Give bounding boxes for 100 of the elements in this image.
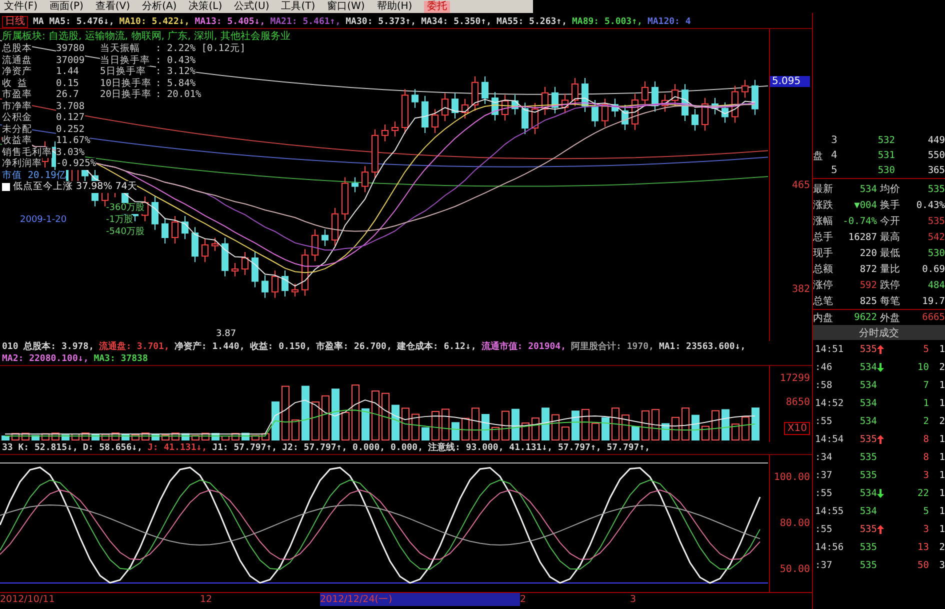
trade-price: 534 xyxy=(858,362,877,372)
trade-time: :37 xyxy=(815,470,834,480)
volume-stat-value: 阿里股合计: 1970, xyxy=(571,341,654,353)
menu-item[interactable]: 文件(F) xyxy=(4,0,38,13)
quote-label: 最低 xyxy=(879,247,901,260)
stock-info-value: -0.925% xyxy=(56,158,96,170)
quote-label: 涨幅 xyxy=(813,214,834,228)
stock-info-label: 20日换手率 xyxy=(100,89,152,100)
quote-label: 内盘 xyxy=(813,312,834,324)
menu-item[interactable]: 工具(T) xyxy=(281,0,316,13)
stock-info-label: 未分配 xyxy=(2,124,32,135)
trade-volume: 5 xyxy=(922,506,929,516)
volume-stat-value: 流通盘: 3.701, xyxy=(99,341,170,353)
order-volume: 365 xyxy=(926,165,945,176)
trade-count: 1 xyxy=(938,524,945,534)
stock-info-value: 3.03% xyxy=(56,146,85,158)
quote-label: 总额 xyxy=(813,262,834,276)
trade-price: 535 xyxy=(858,344,877,354)
menu-item[interactable]: 决策(L) xyxy=(188,0,222,13)
quote-label: 换手 xyxy=(879,198,901,212)
trade-volume: 8 xyxy=(922,452,929,462)
trade-time: 14:52 xyxy=(815,398,845,408)
menu-item[interactable]: 窗口(W) xyxy=(327,0,365,13)
menu-item[interactable]: 帮助(H) xyxy=(376,0,412,13)
stock-info-value: 0.252 xyxy=(56,124,85,135)
order-volume: 550 xyxy=(926,150,945,161)
stock-info-label: 公积金 xyxy=(2,112,32,124)
axis-label: 465 xyxy=(792,180,810,190)
quote-label: 涨跌 xyxy=(813,198,834,212)
stock-info-value: : 2.22% [0.12元] xyxy=(156,43,246,54)
stock-info-label: 5日换手率 xyxy=(100,66,146,78)
scale-label: X10 xyxy=(784,422,810,436)
quote-value: 0.43% xyxy=(915,200,945,210)
stock-info-label: 市净率 xyxy=(2,100,32,112)
order-level: 3 xyxy=(831,135,838,146)
quote-value: 484 xyxy=(926,280,945,290)
quote-value: ▼004 xyxy=(853,200,877,210)
quote-label: 量比 xyxy=(879,262,901,276)
trade-volume: 2 xyxy=(922,416,929,426)
stock-info-value: : 5.84% xyxy=(156,78,196,89)
axis-label: 100.00 xyxy=(774,472,810,484)
stock-info-value: : 20.01% xyxy=(156,89,202,100)
volume-stat-value: 建仓成本: 6.12↓, xyxy=(396,341,476,353)
quote-value: 535 xyxy=(926,184,945,194)
trade-price: 535 xyxy=(858,452,877,462)
rise-note-text: 低点至今上涨 37.98% 74天 xyxy=(13,181,138,193)
trade-price: 535 xyxy=(858,542,877,552)
volume-stat-value: MA1: 23563.600↓, xyxy=(658,341,746,353)
quote-label: 最新 xyxy=(813,182,834,196)
volume-stat-value: 市盈率: 26.700, xyxy=(316,341,392,353)
order-level: 4 xyxy=(831,150,838,161)
stock-info-label: 收益率 xyxy=(2,135,32,146)
trade-count: 1 xyxy=(938,398,945,408)
moving-average-value: MA89: 5.003↑, xyxy=(572,16,642,28)
stock-info-value: 0.127 xyxy=(56,112,85,124)
quote-label: 跌停 xyxy=(879,278,901,292)
trades-tab[interactable]: 分时成交 xyxy=(813,325,945,340)
order-price: 531 xyxy=(876,150,895,161)
trade-count: 2 xyxy=(938,416,945,426)
moving-average-value: MA13: 5.405↓, xyxy=(194,16,266,28)
menu-item[interactable]: 公式(U) xyxy=(234,0,270,13)
trade-volume: 50 xyxy=(916,560,929,570)
trade-time: 14:51 xyxy=(815,344,845,354)
flow-note: -1万股 xyxy=(106,215,133,226)
trade-volume: 22 xyxy=(916,488,929,498)
moving-average-value: MA MA5: 5.476↓, xyxy=(33,16,114,28)
axis-label: 80.00 xyxy=(780,518,810,529)
axis-label: 17299 xyxy=(780,372,810,384)
quote-label: 均价 xyxy=(879,183,901,196)
date-label: 12 xyxy=(200,594,214,605)
indicator-value: J: 41.131↓, xyxy=(147,442,208,454)
indicator-value: D: 58.656↓, xyxy=(82,442,142,454)
trade-count: 1 xyxy=(938,506,945,516)
indicator-value: 注意线: 93.000, 41.131↓, 57.797↑, 57.797↑, xyxy=(428,442,650,454)
current-price-tag: 5.095 xyxy=(770,76,810,86)
stock-info-value: 0.15 xyxy=(56,78,79,89)
quote-value: -0.74% xyxy=(842,216,877,226)
trade-count: 1 xyxy=(938,434,945,444)
volume-stat-value: MA3: 37838 xyxy=(94,353,148,365)
quote-value: 534 xyxy=(858,184,877,194)
trade-time: 14:55 xyxy=(815,506,845,516)
volume-stat-value: 收益: 0.150, xyxy=(250,341,312,353)
menu-item[interactable]: 查看(V) xyxy=(95,0,130,13)
menu-item[interactable]: 画面(P) xyxy=(50,0,84,13)
moving-average-value: MA30: 5.373↑, xyxy=(346,16,416,28)
sector-text: 所属板块: 自选股, 运输物流, 物联网, 广东, 深圳, 其他社会服务业 xyxy=(2,31,290,43)
quote-value: 19.7 xyxy=(921,296,945,306)
moving-average-value: MA55: 5.263↑, xyxy=(496,16,567,28)
volume-stat-value: 010 总股本: 3.978, xyxy=(2,341,94,353)
menu-item[interactable]: 分析(A) xyxy=(142,0,177,13)
stock-info-value: 26.7 xyxy=(56,89,79,100)
stock-info-value: : 0.43% xyxy=(156,54,196,66)
volume-stat-value: 流通市值: 201904, xyxy=(481,341,566,353)
quote-value: 825 xyxy=(858,296,877,306)
trade-count: 2 xyxy=(938,542,945,552)
trade-volume: 13 xyxy=(916,542,929,552)
trade-time: :58 xyxy=(815,380,834,390)
trade-volume: 5 xyxy=(922,344,929,354)
volume-stat-value: MA2: 22080.100↓, xyxy=(2,353,89,365)
trade-price: 534 xyxy=(858,416,877,426)
